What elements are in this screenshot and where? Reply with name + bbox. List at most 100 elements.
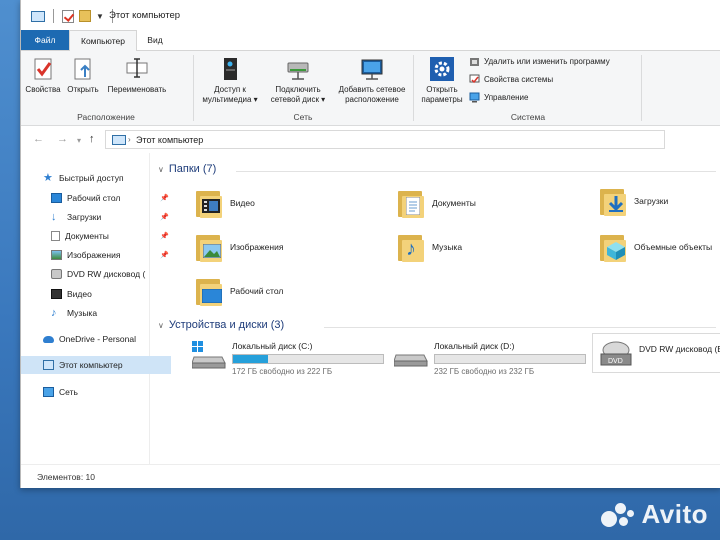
tab-view[interactable]: Вид — [137, 30, 173, 50]
rename-button[interactable]: Переименовать — [105, 55, 169, 95]
nav-quick-access[interactable]: ★ Быстрый доступ — [21, 169, 171, 187]
up-arrow-icon[interactable]: ↑ — [89, 133, 95, 145]
tab-computer[interactable]: Компьютер — [69, 30, 137, 51]
pictures-icon — [51, 250, 62, 260]
customize-toolbar-chevron-icon[interactable]: ▼ — [96, 12, 104, 21]
nav-network[interactable]: Сеть — [21, 383, 171, 401]
nav-this-pc[interactable]: Этот компьютер — [21, 356, 171, 374]
uninstall-program-button[interactable]: Удалить или изменить программу — [469, 54, 610, 68]
nav-label: Документы — [65, 231, 109, 241]
drive-item[interactable]: DVD DVD RW дисковод (E:) — [592, 333, 720, 373]
cloud-icon — [43, 335, 54, 343]
map-drive-dropdown-icon: ▾ — [318, 95, 326, 104]
back-arrow-icon[interactable]: ← — [33, 133, 44, 145]
nav-label: Быстрый доступ — [59, 173, 124, 183]
folder-item[interactable]: ♪ Музыка — [396, 231, 462, 263]
folder-name: Изображения — [230, 242, 284, 252]
ribbon-group-location: Свойства Открыть Переименовать Расположе… — [21, 51, 191, 125]
settings-gear-icon — [428, 55, 456, 83]
forward-arrow-icon[interactable]: → — [57, 133, 68, 145]
drives-section-header[interactable]: ∨ Устройства и диски (3) — [158, 319, 284, 331]
collapse-chevron-icon[interactable]: ∨ — [158, 321, 164, 330]
nav-label: OneDrive - Personal — [59, 334, 137, 344]
collapse-chevron-icon[interactable]: ∨ — [158, 165, 164, 174]
toolbar-divider — [53, 9, 54, 23]
folder-name: Загрузки — [634, 196, 669, 206]
download-arrow-icon: ↓ — [51, 211, 57, 223]
properties-label: Свойства — [25, 85, 61, 94]
nav-label: DVD RW дисковод ( — [67, 269, 146, 279]
ribbon-group-system: Открыть параметры Удалить или изменить п… — [415, 51, 641, 125]
manage-label: Управление — [484, 92, 529, 102]
folder-item[interactable]: Рабочий стол — [194, 275, 283, 307]
computer-management-icon — [469, 92, 480, 103]
properties-icon — [29, 55, 57, 83]
nav-label: Загрузки — [67, 212, 102, 222]
drive-usage-fill — [233, 355, 268, 363]
open-icon — [69, 55, 97, 83]
open-settings-button[interactable]: Открыть параметры — [417, 55, 467, 105]
network-drive-icon — [284, 55, 312, 83]
folder-item[interactable]: Объемные объекты — [598, 231, 712, 263]
music-folder-icon: ♪ — [396, 231, 426, 263]
recent-locations-chevron-icon[interactable]: ▾ — [77, 136, 81, 145]
media-dropdown-icon: ▾ — [251, 95, 258, 104]
music-note-icon: ♪ — [51, 307, 57, 319]
rename-icon — [123, 55, 151, 83]
map-drive-label-2: сетевой диск — [270, 95, 319, 104]
section-divider — [236, 171, 716, 172]
properties-check-icon[interactable] — [62, 9, 74, 23]
nav-onedrive[interactable]: OneDrive - Personal — [21, 330, 171, 348]
quick-access-toolbar: ▼ — [31, 9, 116, 23]
folder-item[interactable]: Изображения — [194, 231, 283, 263]
media-access-button[interactable]: Доступ к мультимедиа ▾ — [197, 55, 263, 105]
map-drive-button[interactable]: Подключить сетевой диск ▾ — [265, 55, 331, 105]
media-access-label-1: Доступ к — [214, 85, 246, 94]
folder-item[interactable]: Документы — [396, 187, 476, 219]
new-folder-icon[interactable] — [79, 10, 91, 22]
nav-label: Музыка — [67, 308, 98, 318]
system-drive-icon — [191, 341, 226, 369]
drive-item[interactable]: Локальный диск (D:) 232 ГБ свободно из 2… — [393, 341, 586, 376]
drive-name: DVD RW дисковод (E:) — [639, 344, 720, 354]
avito-watermark: Avito — [601, 499, 708, 530]
folders-section-header[interactable]: ∨ Папки (7) — [158, 163, 216, 175]
navigation-bar: ← → ▾ ↑ › Этот компьютер — [21, 126, 720, 155]
group-label-system: Система — [510, 112, 546, 122]
add-network-location-button[interactable]: Добавить сетевое расположение — [333, 55, 411, 105]
dvd-drive-icon: DVD — [599, 340, 633, 368]
ribbon-divider — [413, 55, 414, 121]
drive-usage-bar — [434, 354, 586, 364]
group-label-network: Сеть — [293, 112, 313, 122]
group-label-location: Расположение — [77, 112, 135, 122]
avito-logo-icon — [601, 501, 635, 529]
media-access-label-2: мультимедиа — [202, 95, 252, 104]
avito-text: Avito — [641, 499, 708, 529]
system-properties-label: Свойства системы — [484, 74, 554, 84]
document-icon — [51, 231, 60, 241]
drive-item[interactable]: Локальный диск (C:) 172 ГБ свободно из 2… — [191, 341, 384, 376]
open-button[interactable]: Открыть — [63, 55, 103, 95]
folder-name: Музыка — [432, 242, 463, 252]
address-path: Этот компьютер — [136, 135, 204, 145]
folder-item[interactable]: Загрузки — [598, 185, 668, 217]
window-title: Этот компьютер — [109, 10, 181, 21]
system-properties-button[interactable]: Свойства системы — [469, 72, 553, 86]
system-properties-icon — [469, 74, 480, 85]
address-bar[interactable]: › Этот компьютер — [105, 130, 665, 149]
dvd-badge: DVD — [608, 358, 623, 365]
pictures-folder-icon — [194, 231, 224, 263]
open-settings-label-1: Открыть — [426, 85, 458, 94]
properties-button[interactable]: Свойства — [25, 55, 61, 95]
explorer-window: ▼ Этот компьютер Файл Компьютер Вид Свой… — [20, 0, 720, 488]
rename-label: Переименовать — [107, 85, 167, 94]
drive-free-space: 232 ГБ свободно из 232 ГБ — [434, 367, 535, 376]
ribbon-divider — [641, 55, 642, 121]
content-area: ★ Быстрый доступ Рабочий стол 📌 ↓ Загруз… — [21, 153, 720, 464]
tab-file[interactable]: Файл — [21, 30, 69, 50]
computer-icon[interactable] — [31, 10, 45, 22]
manage-button[interactable]: Управление — [469, 90, 528, 104]
nav-label: Изображения — [67, 250, 121, 260]
uninstall-label: Удалить или изменить программу — [484, 56, 610, 66]
folder-item[interactable]: Видео — [194, 187, 255, 219]
